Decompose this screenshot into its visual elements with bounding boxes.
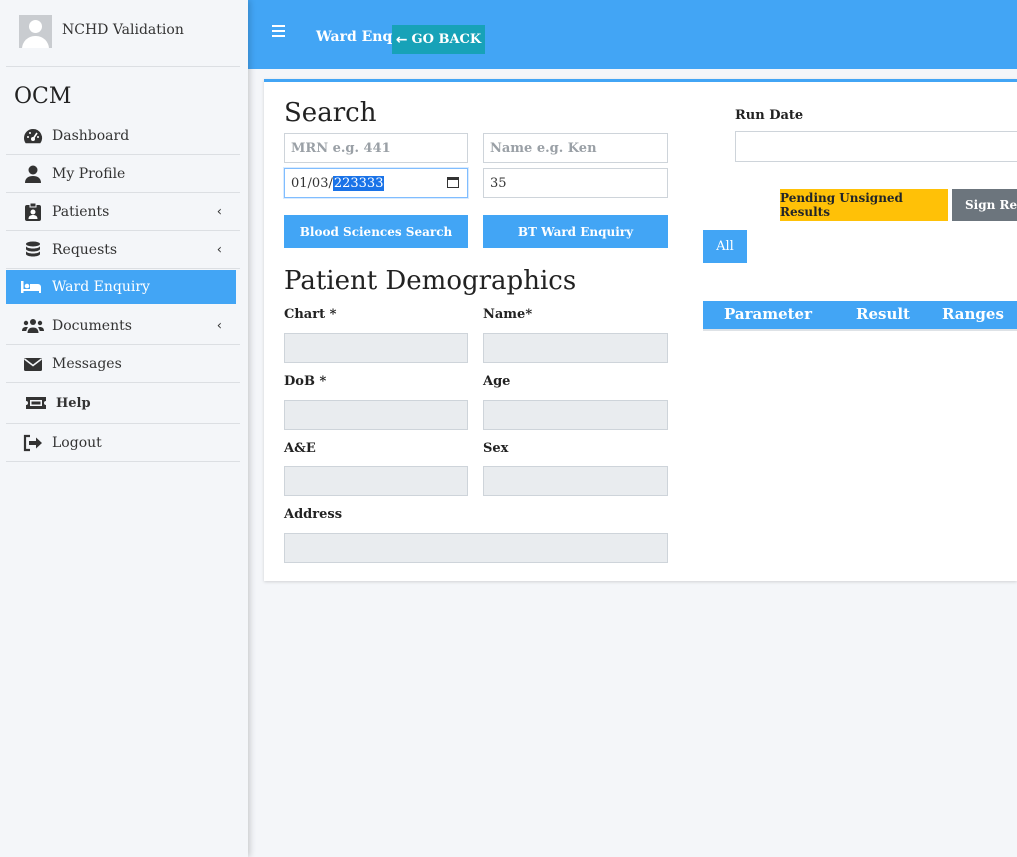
column-header-ranges: Ranges (942, 305, 1004, 323)
sidebar-item-label: Messages (52, 355, 122, 372)
name-input[interactable]: Name e.g. Ken (483, 133, 668, 163)
run-date-input[interactable] (735, 131, 1017, 162)
dob-label: DoB * (284, 374, 327, 389)
sidebar-nav: Dashboard My Profile Patients ‹ Requests… (6, 117, 240, 462)
bed-icon (21, 281, 41, 293)
sidebar-item-label: Requests (52, 241, 118, 258)
table-divider (703, 329, 1017, 331)
database-icon (26, 241, 40, 256)
date-selected-segment: 223333 (332, 175, 385, 191)
calendar-icon[interactable] (447, 177, 459, 188)
sidebar-item-help[interactable]: Help (6, 383, 240, 424)
main-card: Search MRN e.g. 441 Name e.g. Ken 01/03/… (264, 79, 1017, 581)
search-heading: Search (284, 98, 377, 128)
sidebar-item-requests[interactable]: Requests ‹ (6, 231, 240, 269)
hamburger-menu-icon[interactable] (272, 25, 285, 40)
address-field (284, 533, 668, 563)
ae-label: A&E (284, 441, 316, 456)
id-badge-icon (25, 202, 41, 221)
column-header-parameter: Parameter (724, 305, 813, 323)
sidebar-item-messages[interactable]: Messages (6, 345, 240, 383)
sidebar-item-label: Documents (52, 317, 132, 334)
column-header-result: Result (856, 305, 910, 323)
sidebar-item-dashboard[interactable]: Dashboard (6, 117, 240, 155)
sidebar-item-documents[interactable]: Documents ‹ (6, 307, 240, 345)
all-filter-button[interactable]: All (703, 230, 747, 263)
sign-results-button[interactable]: Sign Results (952, 189, 1017, 221)
sex-label: Sex (483, 441, 509, 456)
sidebar-item-label: Dashboard (52, 127, 130, 144)
chart-field (284, 333, 468, 363)
date-input[interactable]: 01/03/223333 (284, 168, 468, 198)
dob-field (284, 400, 468, 430)
sidebar-item-label: Logout (52, 434, 102, 451)
number-input[interactable]: 35 (483, 168, 668, 198)
chevron-left-icon: ‹ (216, 204, 222, 219)
sidebar-item-ward-enquiry[interactable]: Ward Enquiry (6, 270, 236, 304)
date-prefix: 01/03/ (291, 175, 333, 191)
user-name: NCHD Validation (62, 22, 184, 38)
ticket-icon (26, 397, 46, 409)
avatar (19, 15, 52, 48)
user-icon (25, 165, 41, 183)
arrow-left-icon: ← (395, 31, 408, 48)
chart-label: Chart * (284, 307, 337, 322)
sidebar-item-my-profile[interactable]: My Profile (6, 155, 240, 193)
sidebar-item-label: Patients (52, 203, 110, 220)
name-field (483, 333, 668, 363)
page-label: Ward Enq (316, 29, 393, 45)
top-navbar: Ward Enq ← GO BACK (248, 0, 1017, 69)
sidebar: NCHD Validation OCM Dashboard My Profile (0, 0, 248, 857)
user-panel: NCHD Validation (6, 0, 240, 67)
age-label: Age (483, 374, 511, 389)
pending-unsigned-results-button[interactable]: Pending Unsigned Results (780, 189, 948, 221)
sex-field (483, 466, 668, 496)
name-label: Name* (483, 307, 533, 322)
sidebar-item-label: Ward Enquiry (52, 279, 150, 295)
sidebar-item-label: Help (56, 395, 91, 411)
results-table-header: Parameter Result Ranges (703, 301, 1017, 329)
go-back-button[interactable]: ← GO BACK (392, 25, 485, 54)
sidebar-item-patients[interactable]: Patients ‹ (6, 193, 240, 231)
age-field (483, 400, 668, 430)
bt-ward-enquiry-button[interactable]: BT Ward Enquiry (483, 215, 668, 248)
chevron-left-icon: ‹ (216, 242, 222, 257)
ae-field (284, 466, 468, 496)
envelope-icon (24, 357, 42, 371)
mrn-input[interactable]: MRN e.g. 441 (284, 133, 468, 163)
blood-sciences-search-button[interactable]: Blood Sciences Search (284, 215, 468, 248)
brand-title: OCM (14, 84, 72, 109)
sidebar-item-label: My Profile (52, 165, 126, 182)
users-icon (22, 318, 44, 333)
sign-out-icon (23, 434, 42, 451)
run-date-label: Run Date (735, 108, 804, 123)
patient-demographics-heading: Patient Demographics (284, 266, 577, 296)
sidebar-item-logout[interactable]: Logout (6, 424, 240, 462)
address-label: Address (284, 507, 343, 522)
dashboard-icon (24, 128, 43, 143)
chevron-left-icon: ‹ (216, 318, 222, 333)
go-back-label: GO BACK (411, 32, 482, 47)
